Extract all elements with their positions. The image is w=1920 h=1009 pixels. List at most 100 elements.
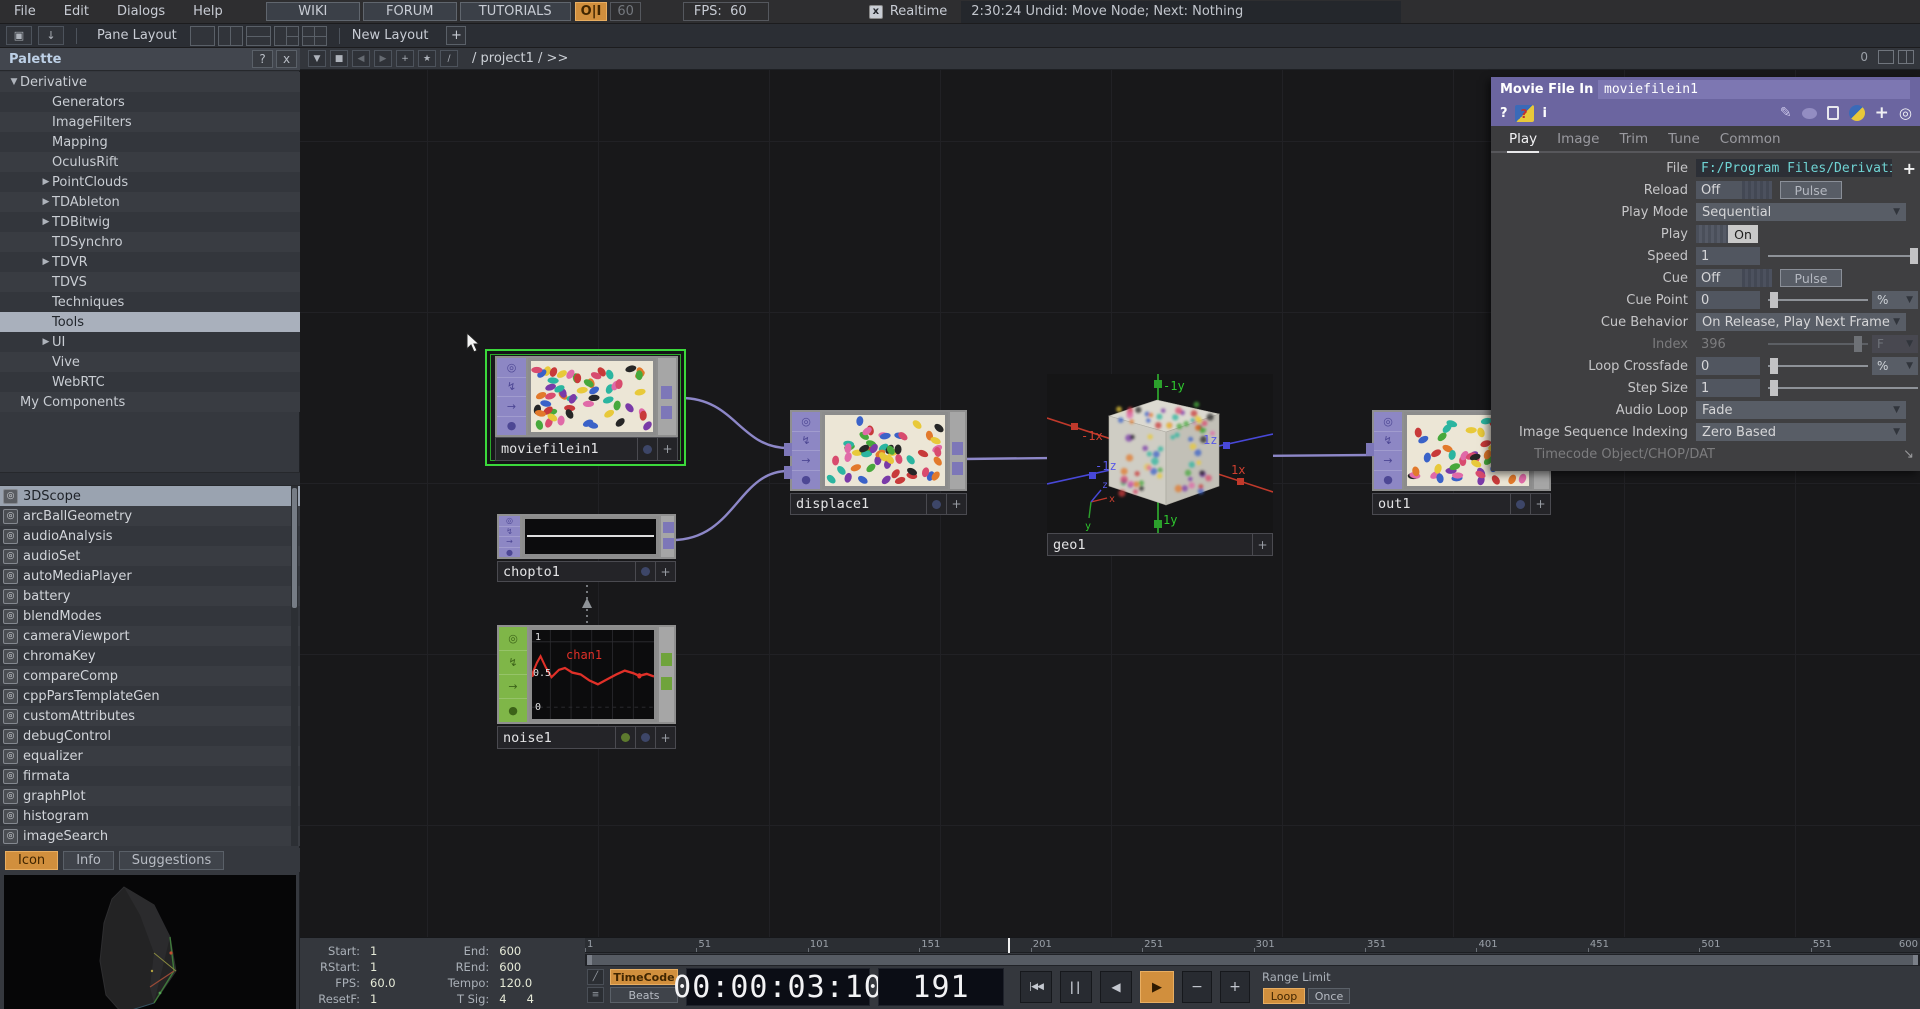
- palette-tree-item[interactable]: My Components: [0, 392, 300, 412]
- copy-parameters-icon[interactable]: [1827, 106, 1839, 120]
- render-flag-icon[interactable]: ↯: [499, 527, 520, 538]
- menu-item[interactable]: File: [0, 4, 50, 19]
- file-browse-icon[interactable]: +: [1903, 159, 1916, 178]
- node-flags[interactable]: ◎ ↯ → ●: [792, 412, 820, 489]
- timeline-field-value[interactable]: 600: [499, 944, 521, 958]
- timeline-field[interactable]: RStart: 1: [308, 959, 437, 975]
- export-flag-icon[interactable]: →: [499, 537, 520, 548]
- timecode-mode-button[interactable]: TimeCode: [610, 969, 678, 985]
- palette-tree-item[interactable]: ▶ UI: [0, 332, 300, 352]
- palette-tree-item[interactable]: ▶ TDBitwig: [0, 212, 300, 232]
- palette-tab[interactable]: Icon: [5, 851, 58, 870]
- palette-close-button[interactable]: x: [276, 50, 297, 68]
- cue-toggle[interactable]: Off: [1696, 269, 1742, 287]
- timeline-field-value[interactable]: 1: [370, 992, 377, 1006]
- output-connector[interactable]: [663, 522, 674, 533]
- play-mode-dropdown[interactable]: Sequential ▼: [1696, 203, 1906, 221]
- timeline-field-value2[interactable]: 4: [527, 992, 534, 1006]
- node-geo1[interactable]: -1y 1y -1x 1x 1z -1z x z y geo1 +: [1047, 374, 1273, 538]
- chop-viewer[interactable]: 1 0.5 0 chan1: [529, 627, 657, 722]
- palette-tree-item[interactable]: Techniques: [0, 292, 300, 312]
- node-add-button[interactable]: +: [1252, 534, 1272, 555]
- geo1-name-bar[interactable]: geo1 +: [1047, 533, 1273, 556]
- moviefilein1-name-bar[interactable]: moviefilein1 +: [495, 437, 678, 461]
- play-forward-button[interactable]: ▶: [1140, 971, 1174, 1003]
- node-viewer-button[interactable]: [615, 727, 635, 748]
- node-color-button[interactable]: [635, 562, 655, 581]
- network-breadcrumb[interactable]: / project1 / >>: [472, 51, 568, 66]
- bypass-flag-icon[interactable]: ●: [499, 699, 527, 722]
- palette-component-item[interactable]: ◎ audioSet: [0, 546, 300, 566]
- parameter-tab[interactable]: Image: [1555, 127, 1601, 153]
- tree-expand-icon[interactable]: ▼: [8, 77, 20, 87]
- displace1-name-bar[interactable]: displace1 +: [790, 493, 967, 515]
- palette-component-item[interactable]: ◎ chromaKey: [0, 646, 300, 666]
- timeline-field[interactable]: Tempo: 120.0: [437, 975, 586, 991]
- export-flag-icon[interactable]: →: [497, 397, 526, 417]
- nav-forward-button[interactable]: ▶: [374, 50, 392, 67]
- pause-button[interactable]: ||: [1060, 971, 1092, 1003]
- timeline-field-value[interactable]: 600: [499, 960, 521, 974]
- timeline-range-bar[interactable]: [585, 954, 1920, 966]
- timeline-option-button-1[interactable]: ╱: [587, 969, 604, 985]
- palette-component-item[interactable]: ◎ arcBallGeometry: [0, 506, 300, 526]
- output-connector[interactable]: [663, 538, 674, 549]
- palette-tree-item[interactable]: ▶ TDAbleton: [0, 192, 300, 212]
- bypass-flag-icon[interactable]: ●: [1374, 471, 1402, 490]
- pane-layout-mixed-button[interactable]: [274, 26, 299, 46]
- tree-expand-icon[interactable]: ▶: [40, 197, 52, 207]
- add-parameter-icon[interactable]: +: [1875, 103, 1889, 123]
- timeline-ruler[interactable]: 151101151201251301351401451501551600: [585, 938, 1920, 953]
- export-flag-icon[interactable]: →: [1374, 451, 1402, 471]
- pane-maximize-button[interactable]: ■: [330, 50, 348, 67]
- file-path-field[interactable]: F:/Program Files/Derivati: [1696, 159, 1892, 177]
- tree-expand-icon[interactable]: ▶: [40, 217, 52, 227]
- node-flags[interactable]: ◎ ↯ → ●: [499, 516, 520, 557]
- dock-button[interactable]: ↓: [38, 26, 64, 45]
- palette-tree-item[interactable]: TDVS: [0, 272, 300, 292]
- palette-tree-item[interactable]: OculusRift: [0, 152, 300, 172]
- menu-item[interactable]: Edit: [50, 4, 103, 19]
- palette-tree-item[interactable]: TDSynchro: [0, 232, 300, 252]
- play-reverse-button[interactable]: ◀: [1100, 971, 1132, 1003]
- parameter-tab[interactable]: Play: [1507, 127, 1539, 153]
- nav-back-button[interactable]: ◀: [352, 50, 370, 67]
- node-add-button[interactable]: +: [655, 562, 675, 581]
- render-flag-icon[interactable]: ↯: [499, 651, 527, 675]
- link-button[interactable]: WIKI: [266, 2, 360, 21]
- palette-tree-item[interactable]: Vive: [0, 352, 300, 372]
- jump-to-start-button[interactable]: |◀◀: [1020, 971, 1052, 1003]
- parameter-tab[interactable]: Common: [1718, 127, 1783, 153]
- pane-layout-vsplit-button[interactable]: [218, 26, 243, 46]
- timeline-option-button-2[interactable]: ≡: [587, 987, 604, 1003]
- parameter-tab[interactable]: Tune: [1666, 127, 1702, 153]
- link-button[interactable]: FORUM: [363, 2, 457, 21]
- palette-tab[interactable]: Info: [63, 851, 114, 870]
- cue-point-units[interactable]: % ▼: [1872, 291, 1918, 309]
- palette-tree-item[interactable]: Generators: [0, 92, 300, 112]
- loop-crossfade-field[interactable]: 0: [1696, 357, 1760, 375]
- output-connector[interactable]: [952, 442, 963, 455]
- step-size-slider[interactable]: [1768, 379, 1918, 397]
- palette-component-item[interactable]: ◎ customAttributes: [0, 706, 300, 726]
- loop-crossfade-units[interactable]: % ▼: [1872, 357, 1918, 375]
- bypass-flag-icon[interactable]: ●: [792, 471, 820, 490]
- palette-component-item[interactable]: ◎ 3DScope: [0, 486, 300, 506]
- node-flags[interactable]: ◎ ↯ → ●: [499, 627, 527, 722]
- bypass-flag-icon[interactable]: ●: [497, 417, 526, 436]
- loop-crossfade-slider[interactable]: [1768, 357, 1868, 375]
- timeline-field[interactable]: T Sig: 4 4: [437, 991, 586, 1007]
- pane-split-icon[interactable]: [1878, 50, 1894, 64]
- speed-field[interactable]: 1: [1696, 247, 1760, 265]
- node-add-button[interactable]: +: [657, 438, 677, 460]
- image-sequence-indexing-dropdown[interactable]: Zero Based ▼: [1696, 423, 1906, 441]
- viewer-flag-icon[interactable]: ◎: [1374, 412, 1402, 432]
- python-mode-icon[interactable]: [1849, 105, 1865, 121]
- info-button[interactable]: i: [1543, 106, 1547, 121]
- context-help-button[interactable]: ?: [1515, 105, 1534, 122]
- palette-preview-viewer[interactable]: [4, 875, 296, 1009]
- bookmark-star-button[interactable]: ★: [418, 50, 436, 67]
- palette-tree-item[interactable]: ▶ PointClouds: [0, 172, 300, 192]
- output-connector[interactable]: [661, 677, 672, 690]
- timeline-field[interactable]: ResetF: 1: [308, 991, 437, 1007]
